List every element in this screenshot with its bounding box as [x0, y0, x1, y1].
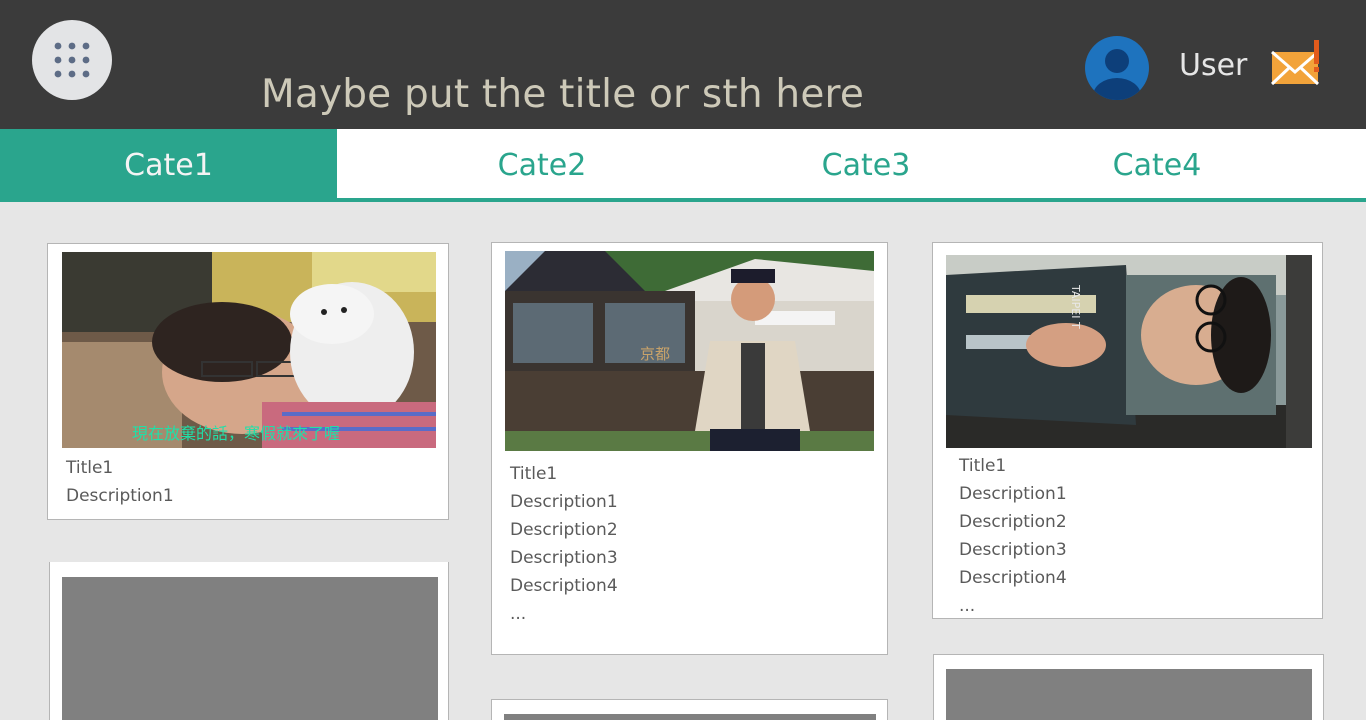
top-bar: Maybe put the title or sth here User — [0, 0, 1366, 129]
card-description: Description3 — [510, 548, 618, 568]
shirt-print: TAIPEI T — [1069, 285, 1082, 329]
card-image: 現在放棄的話，寒假就來了喔 — [62, 252, 436, 448]
card-description: Description1 — [510, 492, 618, 512]
tab-cate3[interactable]: Cate3 — [786, 129, 946, 198]
image-caption: 現在放棄的話，寒假就來了喔 — [132, 424, 341, 443]
tab-cate2[interactable]: Cate2 — [462, 129, 622, 198]
user-name[interactable]: User — [1179, 48, 1247, 83]
card-ellipsis: ... — [959, 596, 976, 616]
card-title: Title1 — [510, 464, 558, 484]
apps-grid-icon — [54, 42, 90, 78]
apps-menu-button[interactable] — [32, 20, 112, 100]
content-card[interactable]: TAIPEI T Title1 Description1 Description… — [932, 242, 1323, 619]
content-card[interactable]: 京都 Title1 Description1 Description2 Desc… — [491, 242, 888, 655]
page-title: Maybe put the title or sth here — [261, 72, 865, 117]
card-description: Description1 — [959, 484, 1067, 504]
image-placeholder — [62, 577, 438, 720]
image-placeholder — [504, 714, 876, 720]
tab-cate4[interactable]: Cate4 — [1077, 129, 1237, 198]
store-sign: 京都 — [640, 345, 671, 363]
card-description: Description3 — [959, 540, 1067, 560]
card-text: Title1 Description1 Description2 Descrip… — [510, 460, 618, 628]
image-placeholder — [946, 669, 1312, 720]
content-card[interactable]: 現在放棄的話，寒假就來了喔 Title1 Description1 — [47, 243, 449, 520]
card-title: Title1 — [66, 458, 114, 478]
user-avatar-icon[interactable] — [1085, 36, 1149, 100]
card-description: Description1 — [66, 486, 174, 506]
card-image: TAIPEI T — [946, 255, 1312, 448]
card-description: Description2 — [510, 520, 618, 540]
card-title: Title1 — [959, 456, 1007, 476]
card-ellipsis: ... — [510, 604, 527, 624]
card-description: Description4 — [510, 576, 618, 596]
content-card-placeholder[interactable] — [933, 654, 1324, 720]
card-image: 京都 — [505, 251, 874, 451]
card-text: Title1 Description1 Description2 Descrip… — [959, 452, 1067, 620]
card-description: Description2 — [959, 512, 1067, 532]
tab-cate1[interactable]: Cate1 — [0, 129, 337, 202]
content-card-placeholder[interactable] — [491, 699, 888, 720]
card-description: Description4 — [959, 568, 1067, 588]
content-card-placeholder[interactable] — [49, 562, 449, 720]
category-tab-bar: Cate1 Cate2 Cate3 Cate4 — [0, 129, 1366, 202]
card-text: Title1 Description1 — [66, 454, 174, 510]
mail-alert-icon[interactable] — [1270, 40, 1322, 88]
